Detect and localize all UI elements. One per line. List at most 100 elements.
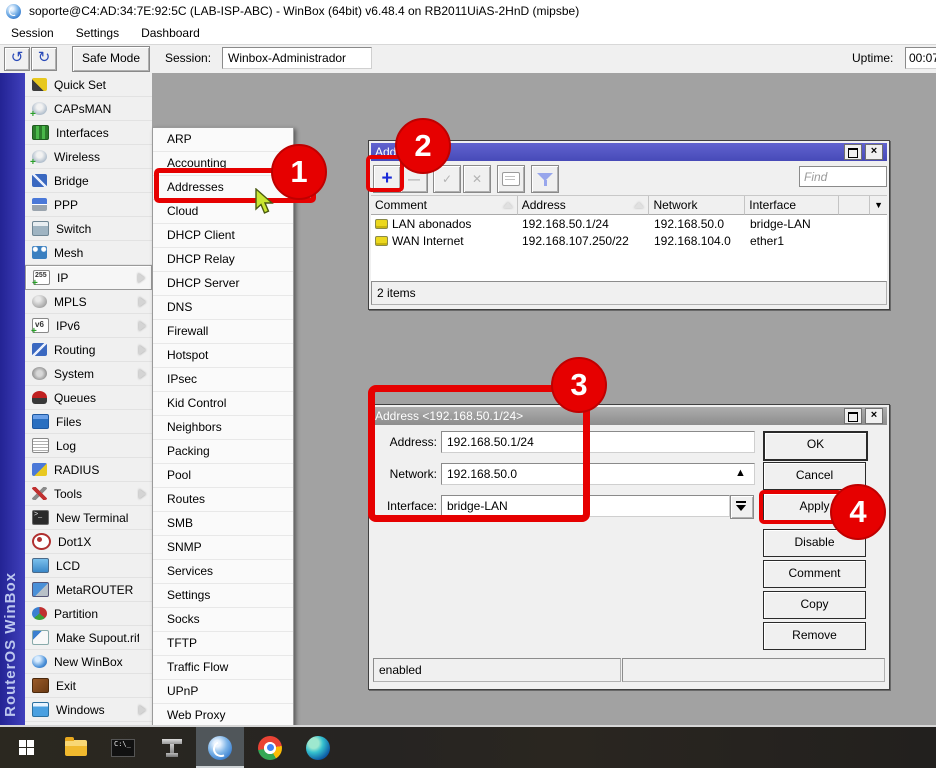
comment-button[interactable]: Comment — [763, 560, 866, 588]
sort-icon — [634, 202, 644, 208]
taskbar-winbox-active[interactable] — [196, 727, 244, 768]
files-icon — [32, 414, 49, 429]
sidebar-item[interactable]: Switch — [25, 217, 152, 241]
chrome-icon — [258, 736, 282, 760]
sidebar-item[interactable]: Tools — [25, 482, 152, 506]
supout-icon — [32, 630, 49, 645]
ip-submenu-item[interactable]: IPsec — [153, 368, 293, 392]
sidebar-item[interactable]: IP — [25, 265, 152, 290]
safe-mode-button[interactable]: Safe Mode — [72, 46, 150, 72]
sidebar-item[interactable]: Files — [25, 410, 152, 434]
check-icon: ✓ — [442, 172, 452, 186]
sidebar-item-label: System — [54, 367, 139, 381]
maximize-icon[interactable] — [844, 408, 862, 424]
ip-submenu-item[interactable]: Firewall — [153, 320, 293, 344]
address-row[interactable]: LAN abonados 192.168.50.1/24 192.168.50.… — [371, 215, 887, 232]
close-icon[interactable]: × — [865, 408, 883, 424]
column-header-interface[interactable]: Interface — [745, 196, 839, 215]
sidebar-item[interactable]: PPP — [25, 193, 152, 217]
sidebar-item[interactable]: Interfaces — [25, 121, 152, 145]
ip-submenu-item[interactable]: Services — [153, 560, 293, 584]
redo-button[interactable]: ↻ — [31, 47, 57, 71]
address-row[interactable]: WAN Internet 192.168.107.250/22 192.168.… — [371, 232, 887, 249]
sidebar-item[interactable]: Dot1X — [25, 530, 152, 554]
taskbar-mikrotik-tool[interactable] — [148, 727, 196, 768]
terminal-icon: C:\_ — [111, 739, 135, 757]
disable-button[interactable]: ✕ — [463, 165, 491, 193]
app-title: soporte@C4:AD:34:7E:92:5C (LAB-ISP-ABC) … — [29, 4, 579, 18]
ip-submenu-item[interactable]: Settings — [153, 584, 293, 608]
sidebar-item[interactable]: IPv6 — [25, 314, 152, 338]
ip-submenu-item[interactable]: ARP — [153, 128, 293, 152]
queues-icon — [32, 391, 47, 404]
sidebar-item[interactable]: New WinBox — [25, 650, 152, 674]
address-item-icon — [375, 236, 388, 246]
sidebar-item[interactable]: MetaROUTER — [25, 578, 152, 602]
sidebar-item[interactable]: Windows — [25, 698, 152, 722]
ip-submenu-item[interactable]: DHCP Relay — [153, 248, 293, 272]
menu-session[interactable]: Session — [0, 26, 65, 40]
ip-submenu-item[interactable]: DHCP Client — [153, 224, 293, 248]
sidebar-item[interactable]: System — [25, 362, 152, 386]
sidebar-item[interactable]: CAPsMAN — [25, 97, 152, 121]
minus-icon: — — [408, 172, 420, 186]
sidebar-item[interactable]: Partition — [25, 602, 152, 626]
column-header-address[interactable]: Address — [518, 196, 650, 215]
session-value-box[interactable]: Winbox-Administrador — [222, 47, 372, 69]
taskbar-chrome[interactable] — [246, 727, 294, 768]
sidebar-item[interactable]: Mesh — [25, 241, 152, 265]
ip-submenu: ARP Accounting Addresses Cloud DHCP Clie… — [152, 127, 294, 729]
close-icon[interactable]: × — [865, 144, 883, 160]
taskbar-terminal[interactable]: C:\_ — [99, 727, 147, 768]
sidebar-item[interactable]: Routing — [25, 338, 152, 362]
sidebar-item[interactable]: Queues — [25, 386, 152, 410]
sidebar-item[interactable]: Wireless — [25, 145, 152, 169]
annotation-circle-4: 4 — [830, 484, 886, 540]
ip-submenu-item[interactable]: Hotspot — [153, 344, 293, 368]
sidebar-item[interactable]: Exit — [25, 674, 152, 698]
taskbar: C:\_ — [0, 727, 936, 768]
sidebar-item[interactable]: LCD — [25, 554, 152, 578]
sidebar-item[interactable]: MPLS — [25, 290, 152, 314]
collapse-arrow-icon[interactable]: ▲ — [735, 467, 746, 479]
taskbar-file-explorer[interactable] — [52, 727, 100, 768]
column-header-network[interactable]: Network — [649, 196, 745, 215]
menu-settings[interactable]: Settings — [65, 26, 130, 40]
menu-dashboard[interactable]: Dashboard — [130, 26, 211, 40]
ip-submenu-item[interactable]: SMB — [153, 512, 293, 536]
sidebar-item[interactable]: Quick Set — [25, 73, 152, 97]
taskbar-edge[interactable] — [294, 727, 342, 768]
sidebar-item[interactable]: Make Supout.rif — [25, 626, 152, 650]
ip-submenu-item[interactable]: SNMP — [153, 536, 293, 560]
start-button[interactable] — [2, 727, 50, 768]
interface-dropdown-button[interactable] — [730, 495, 754, 519]
column-header-comment[interactable]: Comment — [371, 196, 518, 215]
copy-button[interactable]: Copy — [763, 591, 866, 619]
ip-submenu-item[interactable]: Socks — [153, 608, 293, 632]
undo-button[interactable]: ↺ — [4, 47, 30, 71]
mikrotik-tool-icon — [162, 739, 182, 757]
filter-button[interactable] — [531, 165, 559, 193]
ip-submenu-item[interactable]: UPnP — [153, 680, 293, 704]
ip-submenu-item[interactable]: Packing — [153, 440, 293, 464]
sidebar-item[interactable]: New Terminal — [25, 506, 152, 530]
remove-button[interactable]: Remove — [763, 622, 866, 650]
comment-button[interactable] — [497, 165, 525, 193]
ip-submenu-item[interactable]: Routes — [153, 488, 293, 512]
maximize-icon[interactable] — [844, 144, 862, 160]
sidebar-item[interactable]: Bridge — [25, 169, 152, 193]
column-chooser-dropdown[interactable]: ▼ — [870, 196, 887, 215]
ip-submenu-item[interactable]: DHCP Server — [153, 272, 293, 296]
ip-submenu-item[interactable]: Traffic Flow — [153, 656, 293, 680]
ip-submenu-item[interactable]: Pool — [153, 464, 293, 488]
brand-strip: RouterOS WinBox — [0, 73, 25, 725]
sidebar-item[interactable]: Log — [25, 434, 152, 458]
find-input[interactable] — [799, 166, 887, 187]
sidebar-item-label: IPv6 — [56, 319, 139, 333]
ip-submenu-item[interactable]: TFTP — [153, 632, 293, 656]
ip-submenu-item[interactable]: Neighbors — [153, 416, 293, 440]
ip-submenu-item[interactable]: DNS — [153, 296, 293, 320]
sidebar-item[interactable]: RADIUS — [25, 458, 152, 482]
ip-submenu-item[interactable]: Kid Control — [153, 392, 293, 416]
ok-button[interactable]: OK — [763, 431, 868, 461]
